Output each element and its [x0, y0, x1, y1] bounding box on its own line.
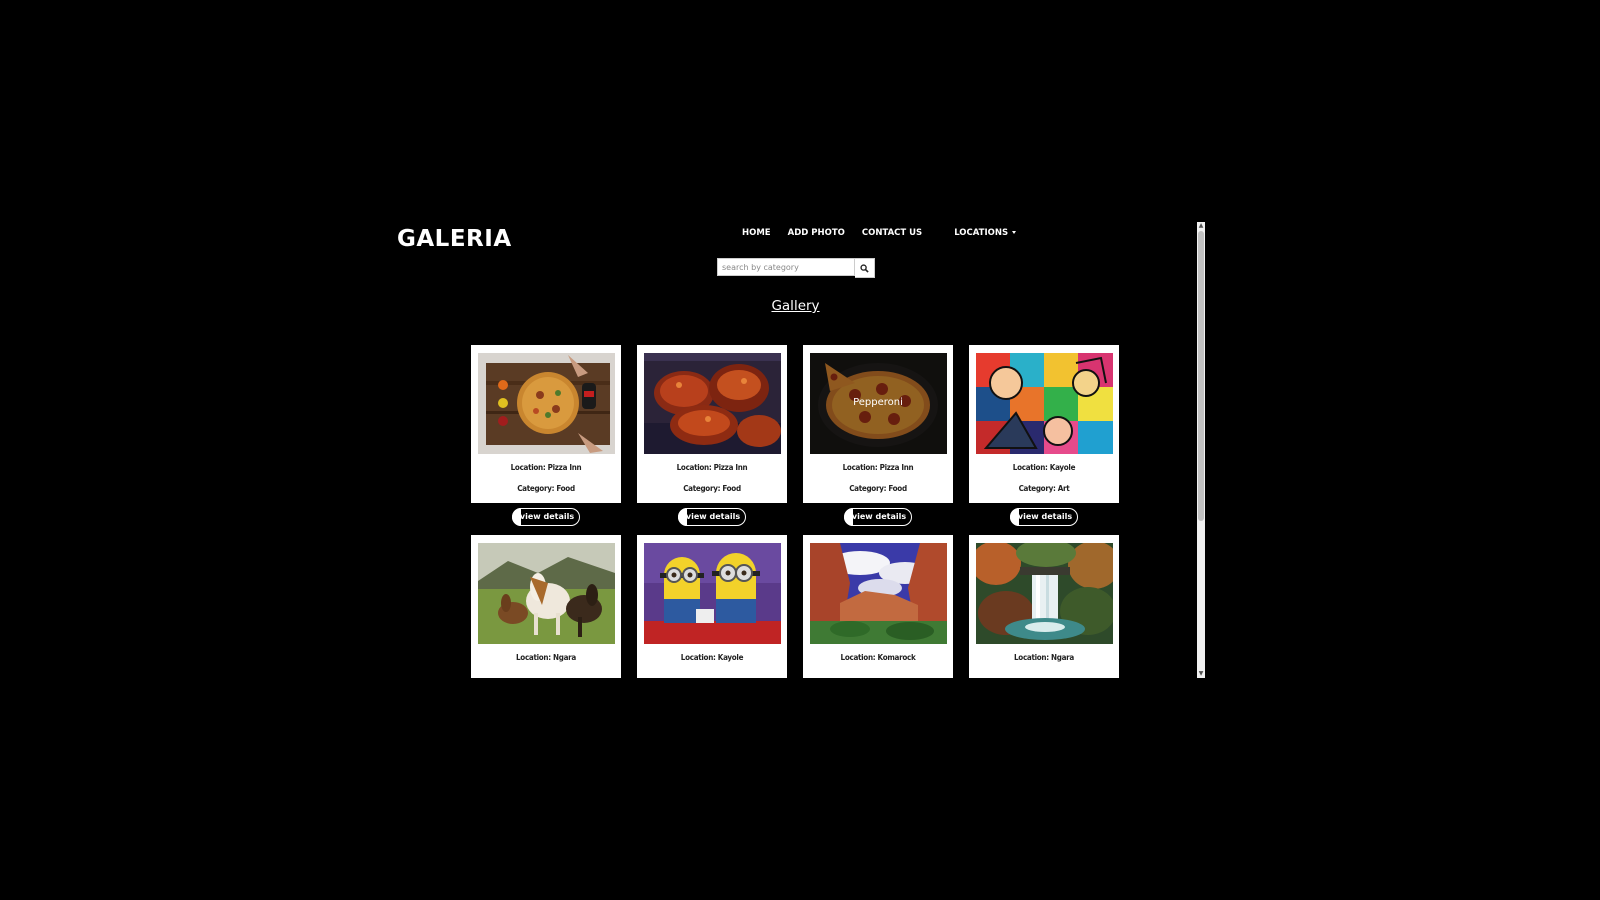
card-location: Location: Ngara [1014, 653, 1074, 662]
photo-pop-art[interactable] [975, 353, 1113, 454]
photo-pizza-board[interactable] [477, 353, 615, 454]
photo-waterfall[interactable] [975, 543, 1113, 644]
card-body[interactable]: Pepperoni Location: Pizza Inn Category: … [803, 345, 953, 503]
card-category: Category: Food [683, 484, 741, 493]
gallery-card: Pepperoni Location: Pizza Inn Category: … [803, 345, 953, 526]
photo-canyon[interactable] [809, 543, 947, 644]
search-form [717, 258, 875, 278]
gallery-card: Location: Kayole [637, 535, 787, 678]
caret-down-icon [1012, 231, 1017, 234]
page-viewport: GALERIA HOME ADD PHOTO CONTACT US LOCATI… [387, 222, 1204, 678]
card-body[interactable]: Location: Ngara [969, 535, 1119, 678]
card-location: Location: Pizza Inn [842, 463, 914, 472]
card-category: Category: Food [849, 484, 907, 493]
gallery-card: Location: Kayole Category: Art view deta… [969, 345, 1119, 526]
photo-caption: Pepperoni [853, 397, 903, 408]
nav-home[interactable]: HOME [742, 228, 771, 238]
view-details-label: view details [1017, 512, 1073, 521]
nav-add-photo[interactable]: ADD PHOTO [788, 228, 845, 238]
card-body[interactable]: Location: Pizza Inn Category: Food [637, 345, 787, 503]
view-details-button[interactable]: view details [678, 508, 746, 526]
scroll-thumb[interactable] [1198, 231, 1204, 521]
search-input[interactable] [717, 258, 855, 276]
card-location: Location: Kayole [680, 653, 744, 662]
scroll-down-arrow-icon[interactable]: ▼ [1197, 670, 1205, 678]
scroll-up-arrow-icon[interactable]: ▲ [1197, 222, 1205, 230]
gallery-card: Location: Pizza Inn Category: Food view … [471, 345, 621, 526]
card-location: Location: Ngara [516, 653, 576, 662]
nav-contact-us[interactable]: CONTACT US [862, 228, 922, 238]
card-body[interactable]: Location: Kayole Category: Art [969, 345, 1119, 503]
nav-locations-dropdown[interactable]: LOCATIONS [954, 228, 1017, 238]
main-nav: HOME ADD PHOTO CONTACT US LOCATIONS [742, 228, 1017, 238]
card-body[interactable]: Location: Ngara [471, 535, 621, 678]
gallery-card: Location: Ngara [471, 535, 621, 678]
photo-minions[interactable] [643, 543, 781, 644]
nav-locations-label: LOCATIONS [954, 228, 1009, 238]
page-title: Gallery [771, 298, 820, 314]
view-details-button[interactable]: view details [512, 508, 580, 526]
view-details-button[interactable]: view details [1010, 508, 1078, 526]
photo-pepperoni-pizza[interactable]: Pepperoni [809, 353, 947, 454]
card-category: Category: Food [517, 484, 575, 493]
search-icon [860, 263, 869, 273]
card-location: Location: Kayole [1012, 463, 1076, 472]
card-body[interactable]: Location: Pizza Inn Category: Food [471, 345, 621, 503]
gallery-card: Location: Ngara [969, 535, 1119, 678]
card-body[interactable]: Location: Komarock [803, 535, 953, 678]
vertical-scrollbar[interactable]: ▲ ▼ [1197, 222, 1205, 678]
photo-chicken-wings[interactable] [643, 353, 781, 454]
gallery-card: Location: Komarock [803, 535, 953, 678]
gallery-card: Location: Pizza Inn Category: Food view … [637, 345, 787, 526]
view-details-button[interactable]: view details [844, 508, 912, 526]
view-details-label: view details [519, 512, 575, 521]
card-location: Location: Pizza Inn [676, 463, 748, 472]
view-details-label: view details [851, 512, 907, 521]
search-button[interactable] [855, 258, 875, 278]
brand-logo[interactable]: GALERIA [397, 226, 512, 252]
card-category: Category: Art [1018, 484, 1070, 493]
view-details-label: view details [685, 512, 741, 521]
photo-horses[interactable] [477, 543, 615, 644]
card-location: Location: Komarock [840, 653, 916, 662]
card-location: Location: Pizza Inn [510, 463, 582, 472]
card-body[interactable]: Location: Kayole [637, 535, 787, 678]
